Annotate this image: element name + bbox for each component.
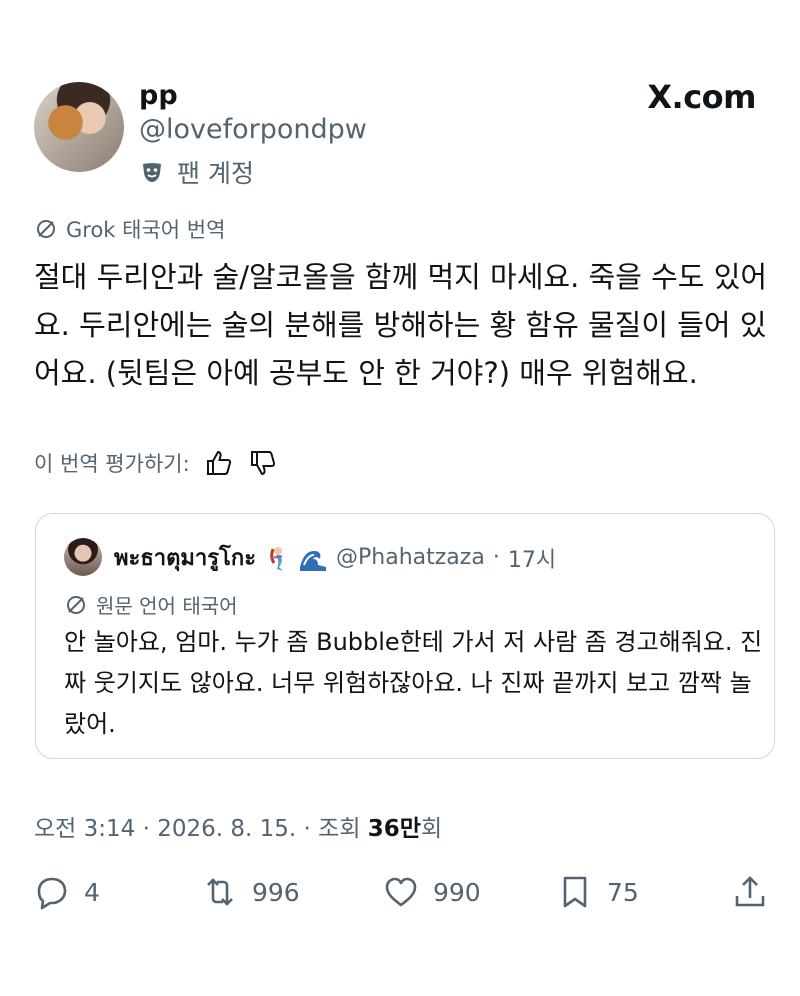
rate-translation-label: 이 번역 평가하기: bbox=[34, 452, 190, 476]
thumbs-up-icon[interactable] bbox=[204, 448, 234, 478]
action-bar: 4 996 990 75 bbox=[0, 860, 800, 930]
like-icon bbox=[385, 877, 417, 907]
bookmark-button[interactable]: 75 bbox=[557, 874, 639, 910]
author-handle[interactable]: @loveforpondpw bbox=[139, 114, 367, 145]
quote-header: พะธาตุมารูโกะ @Phahatzaza · 17시 bbox=[114, 540, 556, 575]
fan-account-badge: 팬 계정 bbox=[139, 154, 254, 190]
repost-button[interactable]: 996 bbox=[202, 874, 300, 910]
author-name[interactable]: pp bbox=[139, 80, 178, 111]
views-unit: 회 bbox=[420, 816, 443, 842]
block-icon bbox=[37, 220, 55, 238]
like-count: 990 bbox=[433, 877, 481, 907]
views-count: 36만 bbox=[367, 816, 421, 842]
quote-separator: · bbox=[492, 545, 500, 570]
meta-separator: · bbox=[142, 816, 158, 842]
grok-translation-label: Grok 태국어 번역 bbox=[34, 214, 225, 244]
fan-account-label: 팬 계정 bbox=[177, 159, 254, 188]
meta-separator: · bbox=[303, 816, 319, 842]
mermaid-emoji-icon bbox=[270, 546, 284, 571]
quote-original-language: 원문 언어 태국어 bbox=[64, 590, 238, 619]
avatar[interactable] bbox=[34, 82, 124, 172]
views-label: 조회 bbox=[318, 816, 361, 842]
repost-count: 996 bbox=[252, 877, 300, 907]
bookmark-count: 75 bbox=[607, 877, 639, 907]
quote-author-handle: @Phahatzaza bbox=[336, 545, 485, 570]
theater-mask-icon bbox=[143, 163, 161, 182]
quote-emoji-group bbox=[264, 542, 329, 573]
tweet-meta: 오전 3:14 · 2026. 8. 15. · 조회 36만회 bbox=[34, 809, 442, 843]
reply-count: 4 bbox=[84, 877, 100, 907]
tweet-date[interactable]: 2026. 8. 15. bbox=[157, 816, 296, 842]
tweet-time[interactable]: 오전 3:14 bbox=[34, 816, 135, 842]
quoted-tweet[interactable]: พะธาตุมารูโกะ @Phahatzaza · 17시 원문 언어 태국… bbox=[35, 513, 775, 759]
like-button[interactable]: 990 bbox=[383, 874, 481, 910]
tweet-header: pp @loveforpondpw 팬 계정 X.com bbox=[0, 0, 800, 200]
reply-button[interactable]: 4 bbox=[34, 874, 100, 910]
wave-emoji-icon bbox=[298, 542, 329, 573]
quote-author-name: พะธาตุมารูโกะ bbox=[114, 546, 257, 571]
share-icon bbox=[735, 876, 765, 907]
reply-icon bbox=[37, 877, 67, 910]
brand-logo: X.com bbox=[647, 78, 756, 116]
bookmark-icon bbox=[563, 876, 587, 908]
tweet-text: 절대 두리안과 술/알코올을 함께 먹지 마세요. 죽을 수도 있어요. 두리안… bbox=[34, 260, 768, 390]
share-button[interactable] bbox=[732, 874, 768, 910]
quote-avatar[interactable] bbox=[64, 538, 102, 576]
grok-label-text: Grok 태국어 번역 bbox=[66, 218, 226, 242]
quote-time: 17시 bbox=[507, 547, 557, 573]
quote-text: 안 놀아요, 엄마. 누가 좀 Bubble한테 가서 저 사람 좀 경고해줘요… bbox=[64, 628, 763, 738]
block-icon bbox=[67, 595, 85, 614]
rate-translation-row: 이 번역 평가하기: bbox=[34, 448, 278, 478]
repost-icon bbox=[207, 878, 233, 906]
quote-original-language-label: 원문 언어 태국어 bbox=[96, 594, 238, 618]
thumbs-down-icon[interactable] bbox=[248, 448, 278, 478]
